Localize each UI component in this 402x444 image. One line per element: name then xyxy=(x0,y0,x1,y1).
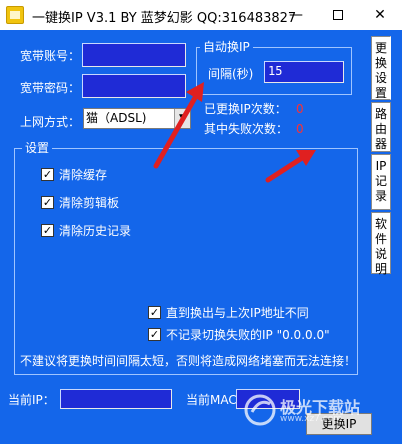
arrow-icon xyxy=(153,82,204,169)
arrow-icon xyxy=(265,150,316,183)
annotation-arrows xyxy=(153,82,316,183)
